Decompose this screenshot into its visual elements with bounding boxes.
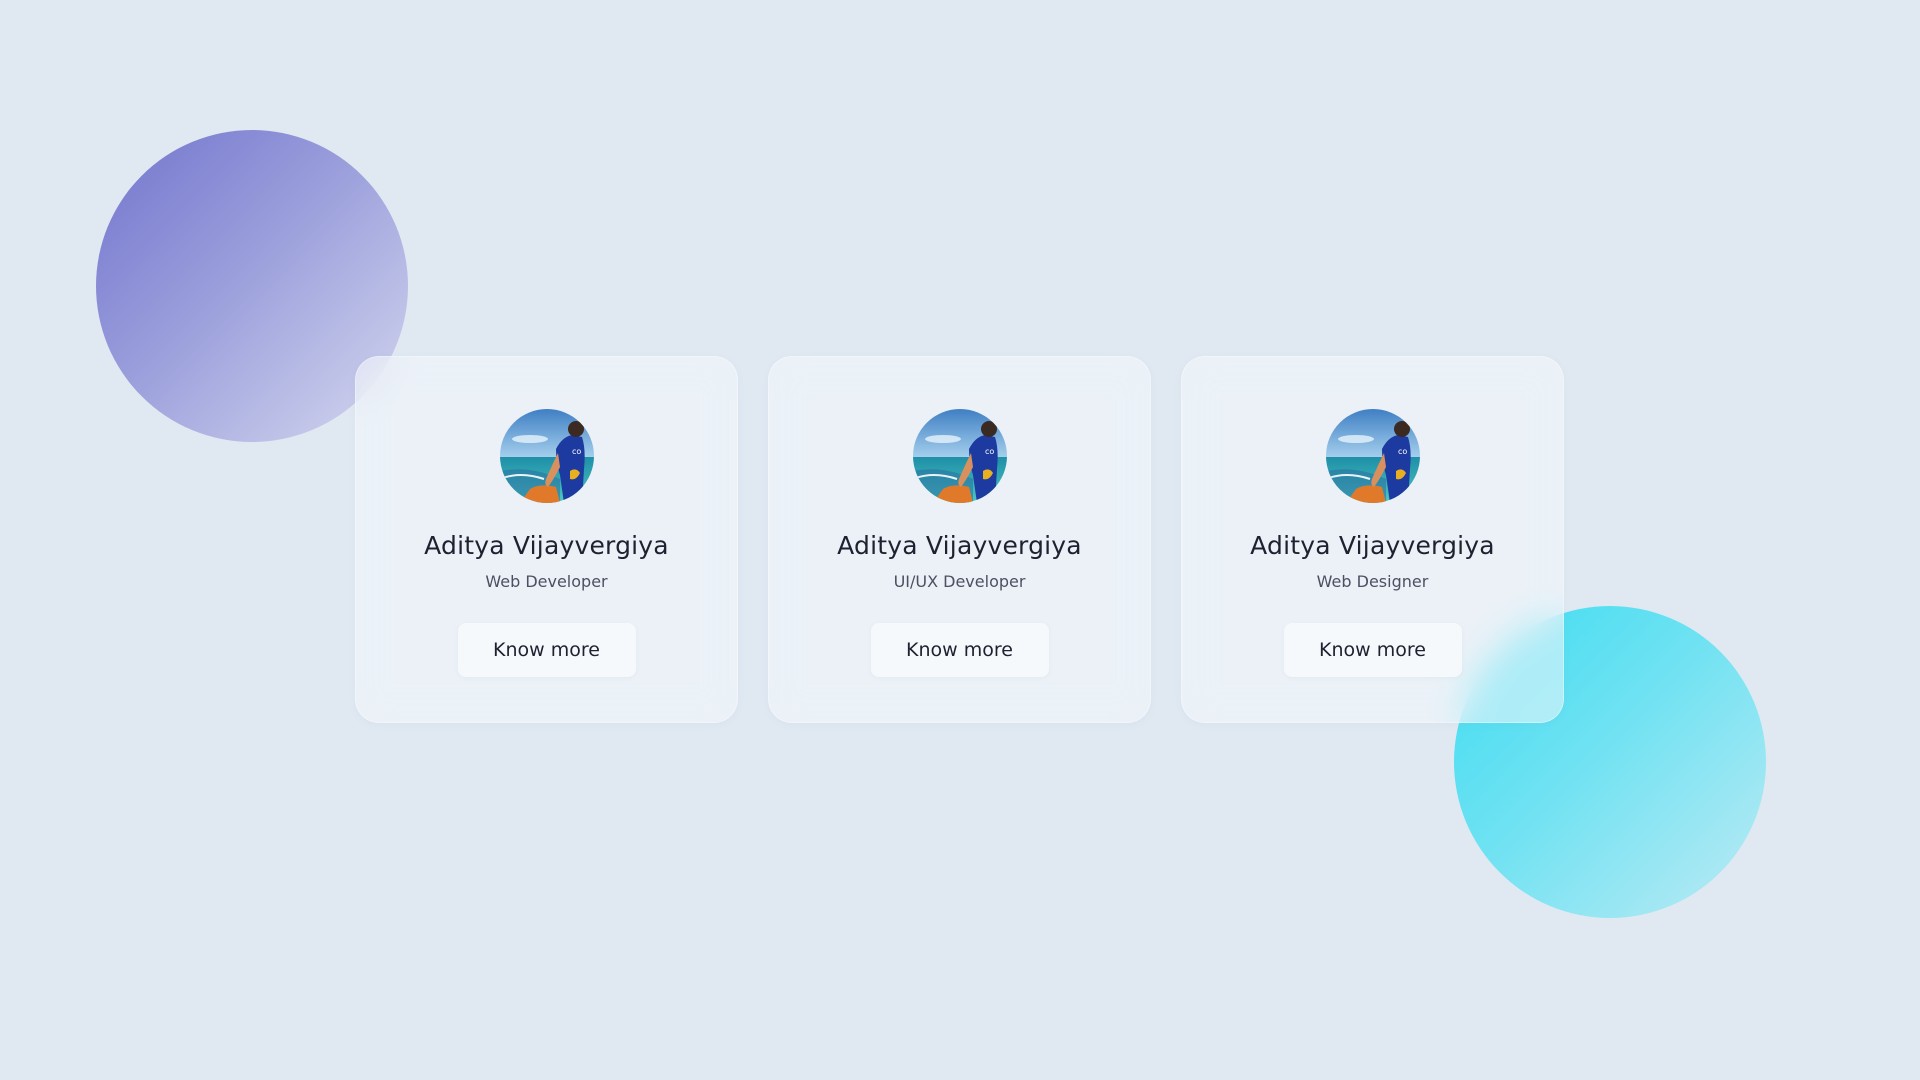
profile-role: Web Developer xyxy=(485,572,608,591)
profile-card: co Aditya Vijayvergiya UI/UX Developer K… xyxy=(768,356,1151,723)
profile-card: co Aditya Vijayvergiya Web Developer Kno… xyxy=(355,356,738,723)
avatar: co xyxy=(912,409,1007,503)
avatar: co xyxy=(499,409,594,503)
profile-name: Aditya Vijayvergiya xyxy=(424,531,669,560)
profile-name: Aditya Vijayvergiya xyxy=(837,531,1082,560)
page-background: co Aditya Vijayvergiya Web Developer Kno… xyxy=(0,0,1920,1080)
profile-name: Aditya Vijayvergiya xyxy=(1250,531,1495,560)
know-more-button[interactable]: Know more xyxy=(457,623,636,677)
svg-text:co: co xyxy=(1398,447,1407,456)
profile-role: UI/UX Developer xyxy=(893,572,1026,591)
profile-role: Web Designer xyxy=(1316,572,1429,591)
svg-text:co: co xyxy=(985,447,994,456)
svg-text:co: co xyxy=(572,447,581,456)
profile-card: co Aditya Vijayvergiya Web Designer Know… xyxy=(1181,356,1564,723)
know-more-button[interactable]: Know more xyxy=(1283,623,1462,677)
avatar: co xyxy=(1325,409,1420,503)
know-more-button[interactable]: Know more xyxy=(870,623,1049,677)
profile-card-list: co Aditya Vijayvergiya Web Developer Kno… xyxy=(355,356,1564,723)
